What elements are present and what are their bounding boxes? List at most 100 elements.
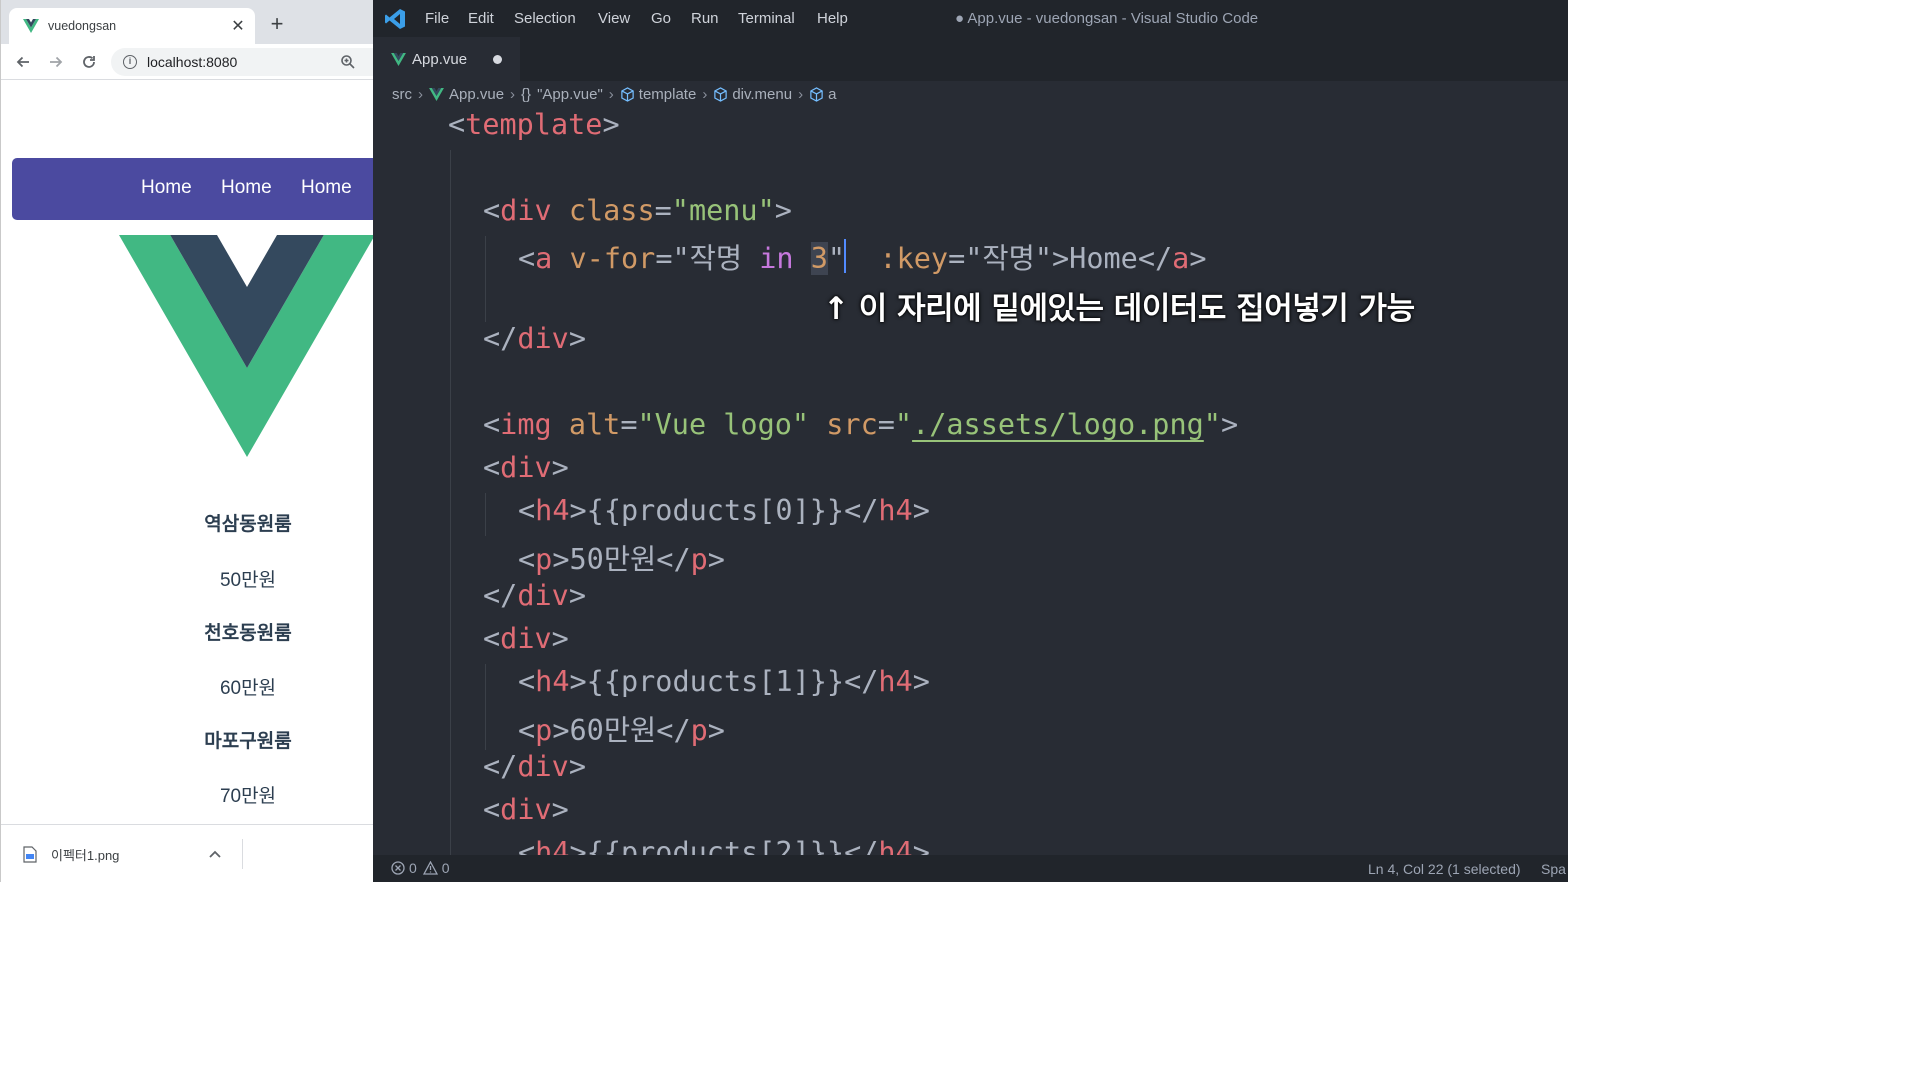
vscode-window: File Edit Selection View Go Run Terminal… xyxy=(373,0,1568,882)
code-line-18: <h4>{{products[2]}}</h4> xyxy=(518,836,930,855)
status-problems[interactable]: 0 0 xyxy=(391,860,450,876)
code-line-4: <a v-for="작명 in 3" :key="작명">Home</a> xyxy=(518,242,1207,275)
status-bar: 0 0 Ln 4, Col 22 (1 selected) Spa xyxy=(373,855,1568,882)
new-tab-button[interactable]: + xyxy=(265,12,289,36)
indent-guide xyxy=(450,150,451,855)
chevron-right-icon: › xyxy=(418,85,423,103)
code-line-15: <p>60만원</p> xyxy=(518,714,725,747)
code-editor[interactable]: <template> <div class="menu"> <a v-for="… xyxy=(373,108,1568,855)
vue-file-icon xyxy=(391,52,406,66)
download-bar: 이펙터1.png xyxy=(1,824,373,882)
chevron-right-icon: › xyxy=(608,85,614,103)
code-line-11: <p>50만원</p> xyxy=(518,543,725,576)
zoom-icon[interactable] xyxy=(337,51,359,73)
breadcrumb-src[interactable]: src xyxy=(392,86,412,103)
menu-selection[interactable]: Selection xyxy=(514,10,576,27)
breadcrumb-a-label: a xyxy=(828,85,837,103)
site-info-icon[interactable]: i xyxy=(123,55,137,69)
indent-guide xyxy=(485,664,486,750)
status-indentation[interactable]: Spa xyxy=(1541,861,1566,877)
code-line-16: </div> xyxy=(483,750,586,783)
code-line-6: </div> xyxy=(483,322,586,355)
code-line-9: <div> xyxy=(483,451,569,484)
cube-icon xyxy=(714,86,728,102)
browser-tab-title: vuedongsan xyxy=(48,19,117,33)
back-arrow-icon[interactable] xyxy=(11,50,35,74)
breadcrumb-div[interactable]: div.menu xyxy=(713,86,792,103)
chevron-right-icon: › xyxy=(510,85,516,103)
image-file-icon xyxy=(23,845,37,863)
browser-tab[interactable]: vuedongsan ✕ xyxy=(9,8,255,44)
code-line-1: <template> xyxy=(448,108,620,141)
menu-link-home-2[interactable]: Home xyxy=(221,177,272,199)
error-count: 0 xyxy=(409,860,417,876)
menu-run[interactable]: Run xyxy=(691,10,719,27)
window-title: ● App.vue - vuedongsan - Visual Studio C… xyxy=(955,10,1259,27)
download-item[interactable]: 이펙터1.png xyxy=(15,839,243,869)
close-tab-icon[interactable]: ✕ xyxy=(229,16,247,36)
breadcrumb-component-label: "App.vue" xyxy=(537,85,603,103)
menu-go[interactable]: Go xyxy=(651,10,671,27)
vue-file-icon xyxy=(429,87,444,101)
menu-view[interactable]: View xyxy=(598,10,630,27)
editor-tab-title: App.vue xyxy=(412,50,468,68)
vscode-title-bar: File Edit Selection View Go Run Terminal… xyxy=(373,0,1568,37)
chevron-up-icon[interactable] xyxy=(204,850,226,858)
code-line-10: <h4>{{products[0]}}</h4> xyxy=(518,494,930,527)
menu-terminal[interactable]: Terminal xyxy=(738,10,795,27)
status-cursor-position[interactable]: Ln 4, Col 22 (1 selected) xyxy=(1368,861,1521,877)
reload-icon[interactable] xyxy=(77,50,101,74)
text-cursor xyxy=(844,239,846,273)
cube-icon xyxy=(810,86,823,102)
menu-edit[interactable]: Edit xyxy=(468,10,494,27)
browser-toolbar: i localhost:8080 xyxy=(1,44,373,80)
breadcrumb-div-label: div.menu xyxy=(732,85,793,103)
breadcrumb-file[interactable]: App.vue xyxy=(429,86,504,103)
chevron-right-icon: › xyxy=(798,85,804,103)
code-line-3: <div class="menu"> xyxy=(483,194,792,227)
product-title-3: 마포구원룸 xyxy=(204,731,292,752)
menu-link-home-3[interactable]: Home xyxy=(301,177,352,199)
breadcrumb-template[interactable]: template xyxy=(620,85,697,103)
page-viewport: Home Home Home 역삼동원룸 50만원 천호동원룸 60만원 마포구… xyxy=(1,81,373,824)
breadcrumb: src › App.vue › {} "App.vue" › template … xyxy=(373,81,1568,107)
address-bar[interactable]: i localhost:8080 xyxy=(111,48,373,76)
breadcrumb-file-label: App.vue xyxy=(449,85,505,103)
vue-favicon-icon xyxy=(23,19,39,33)
code-line-12: </div> xyxy=(483,579,586,612)
product-title-2: 천호동원룸 xyxy=(204,623,292,644)
forward-arrow-icon[interactable] xyxy=(44,50,68,74)
indent-guide xyxy=(485,236,486,322)
nav-menu: Home Home Home xyxy=(12,158,373,220)
indent-guide xyxy=(485,493,486,536)
chevron-right-icon: › xyxy=(702,85,708,103)
tutorial-caption: ↑ 이 자리에 밑에있는 데이터도 집어넣기 가능 xyxy=(823,291,1415,327)
menu-file[interactable]: File xyxy=(425,10,449,27)
product-price-3: 70만원 xyxy=(219,786,277,807)
editor-tab-app-vue[interactable]: App.vue xyxy=(373,37,520,81)
download-filename: 이펙터1.png xyxy=(51,847,120,863)
vscode-logo-icon xyxy=(385,9,405,29)
unsaved-dot-icon[interactable] xyxy=(493,54,502,64)
code-line-13: <div> xyxy=(483,622,569,655)
vue-logo-image xyxy=(119,235,373,457)
product-price-1: 50만원 xyxy=(219,570,277,591)
browser-window: vuedongsan ✕ + i localhost:8080 Home Hom… xyxy=(0,0,373,882)
address-url: localhost:8080 xyxy=(147,54,238,70)
breadcrumb-template-label: template xyxy=(638,85,697,103)
product-title-1: 역삼동원룸 xyxy=(204,514,292,535)
editor-tab-bar: App.vue xyxy=(373,37,1568,81)
menu-link-home-1[interactable]: Home xyxy=(141,177,192,199)
braces-icon: {} xyxy=(521,85,532,103)
code-line-14: <h4>{{products[1]}}</h4> xyxy=(518,665,930,698)
error-icon xyxy=(391,861,405,875)
browser-tab-strip: vuedongsan ✕ + xyxy=(1,0,373,44)
breadcrumb-a[interactable]: a xyxy=(809,86,836,103)
cube-icon xyxy=(621,86,634,102)
code-line-8: <img alt="Vue logo" src="./assets/logo.p… xyxy=(483,408,1239,441)
warning-count: 0 xyxy=(441,860,450,876)
product-price-2: 60만원 xyxy=(219,678,277,699)
breadcrumb-component[interactable]: {} "App.vue" xyxy=(521,86,603,103)
menu-help[interactable]: Help xyxy=(817,10,848,27)
warning-icon xyxy=(422,861,438,875)
